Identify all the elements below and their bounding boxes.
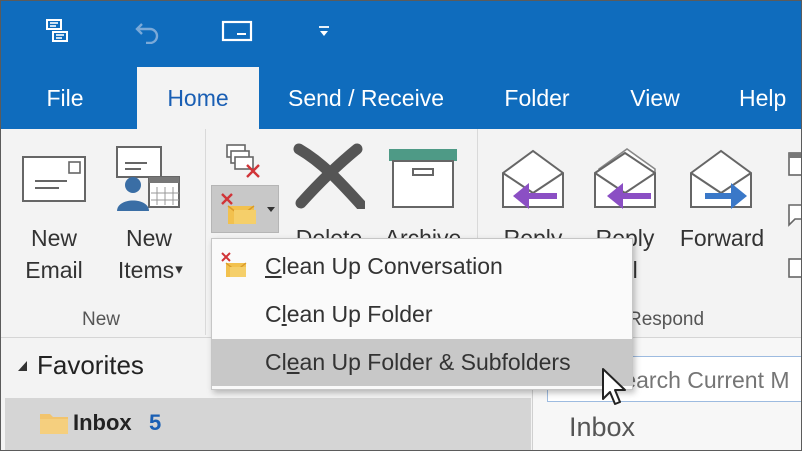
- tab-file[interactable]: File: [23, 67, 107, 129]
- menu-text-post: an Up Folder & Subfolders: [299, 349, 571, 375]
- menu-accelerator-key: e: [286, 349, 300, 375]
- tab-home[interactable]: Home: [137, 67, 259, 129]
- favorites-heading[interactable]: Favorites: [37, 350, 144, 381]
- clean-up-button[interactable]: [211, 185, 279, 233]
- forward-icon: [690, 149, 752, 209]
- group-label-new: New: [81, 309, 120, 330]
- im-icon[interactable]: [785, 201, 802, 227]
- new-email-label-line1: New: [30, 225, 77, 251]
- quick-access-toolbar: [1, 1, 801, 67]
- folder-item-inbox[interactable]: Inbox 5: [5, 398, 531, 450]
- new-items-button[interactable]: New Items ▾: [101, 129, 197, 301]
- reply-icon: [502, 149, 564, 209]
- email-envelope-icon[interactable]: [219, 17, 255, 45]
- ribbon-tabs: File Home Send / Receive Folder View Hel…: [1, 67, 801, 129]
- menu-item-clean-up-folder[interactable]: Clean Up Folder: [212, 291, 632, 338]
- folder-icon: [40, 414, 68, 434]
- archive-icon: [389, 149, 457, 208]
- undo-icon[interactable]: [131, 17, 165, 45]
- tab-view[interactable]: View: [613, 67, 697, 129]
- folder-title: Inbox: [569, 412, 636, 442]
- tab-help[interactable]: Help: [723, 67, 801, 129]
- clean-up-conversation-icon: [221, 252, 247, 277]
- ignore-conversation-icon[interactable]: [223, 143, 263, 179]
- menu-text-post: ean Up Folder: [286, 301, 433, 327]
- group-separator: [205, 129, 206, 335]
- delete-icon: [293, 143, 365, 209]
- menu-item-clean-up-folder-subfolders[interactable]: Clean Up Folder & Subfolders: [212, 339, 632, 386]
- forward-button[interactable]: Forward: [673, 129, 771, 301]
- new-items-label-line1: New: [125, 225, 172, 251]
- menu-text-pre: C: [265, 301, 282, 327]
- collapse-triangle-icon[interactable]: [17, 360, 29, 372]
- clean-up-icon: [221, 193, 256, 224]
- tab-folder[interactable]: Folder: [487, 67, 587, 129]
- forward-label: Forward: [679, 225, 765, 251]
- inbox-label: Inbox: [73, 410, 132, 435]
- tab-send-receive[interactable]: Send / Receive: [273, 67, 459, 129]
- search-input[interactable]: [606, 363, 801, 397]
- more-respond-icon[interactable]: [787, 255, 802, 281]
- send-receive-all-icon[interactable]: [41, 17, 75, 45]
- new-items-icon: [116, 146, 180, 211]
- menu-accelerator-key: C: [265, 253, 282, 279]
- clean-up-dropdown-icon: [267, 207, 275, 212]
- customize-qat-dropdown-icon[interactable]: [311, 17, 337, 45]
- meeting-icon[interactable]: [787, 151, 802, 177]
- clean-up-menu: Clean Up Conversation Clean Up Folder Cl…: [211, 238, 633, 390]
- reply-all-icon: [594, 148, 656, 209]
- new-email-label-line2: Email: [25, 257, 83, 283]
- unread-count-badge: 5: [149, 410, 162, 435]
- outlook-window: File Home Send / Receive Folder View Hel…: [0, 0, 802, 451]
- menu-text-post: lean Up Conversation: [281, 253, 503, 279]
- new-email-button[interactable]: New Email: [11, 129, 97, 301]
- mouse-cursor-icon: [602, 368, 626, 405]
- menu-text-pre: Cl: [265, 349, 287, 375]
- menu-item-clean-up-conversation[interactable]: Clean Up Conversation: [212, 243, 632, 290]
- new-items-caret-icon: ▾: [175, 261, 183, 278]
- new-email-icon: [22, 156, 86, 202]
